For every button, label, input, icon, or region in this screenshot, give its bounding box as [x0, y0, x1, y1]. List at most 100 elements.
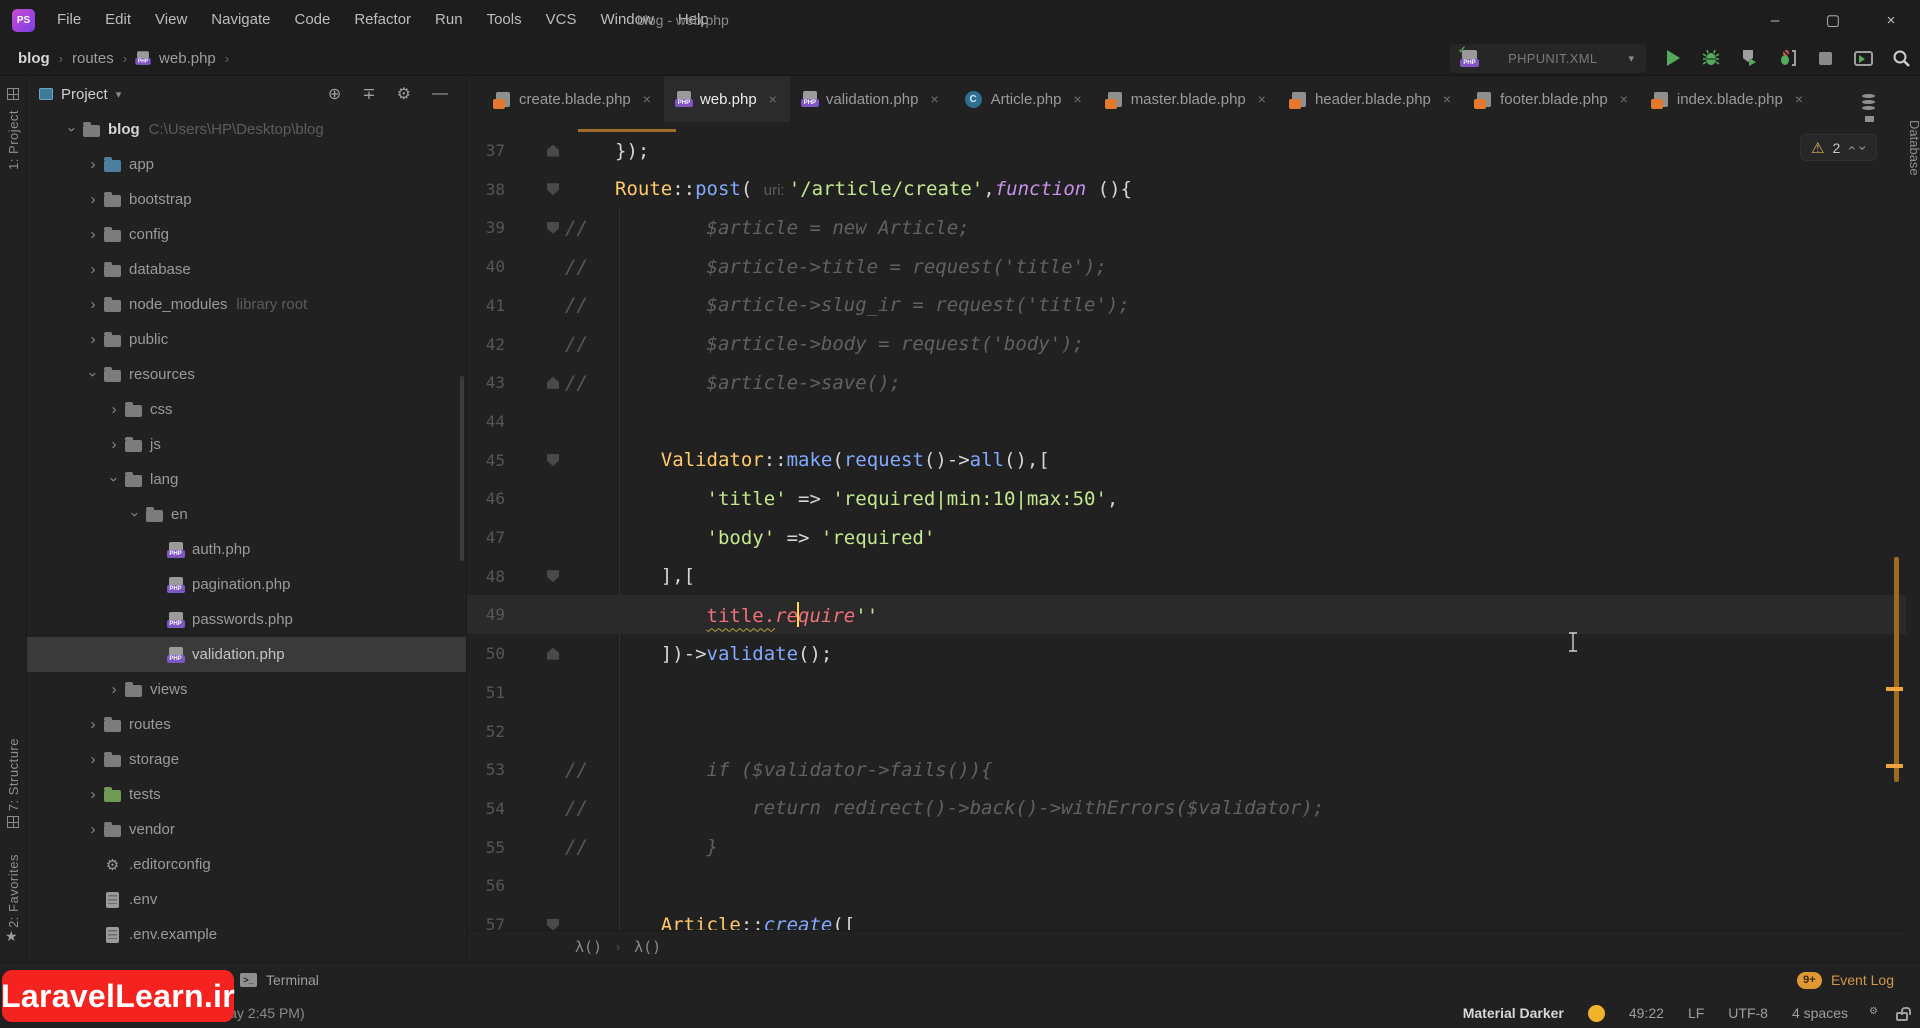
tool-button-structure[interactable]: 7: Structure — [6, 738, 21, 811]
tree-item-views[interactable]: › views — [27, 672, 466, 707]
code-line-43[interactable]: 43 // $article->save(); — [467, 363, 1906, 402]
line-number[interactable]: 45 — [467, 451, 505, 470]
tree-item-routes[interactable]: › routes — [27, 707, 466, 742]
collapse-all-icon[interactable]: ∓ — [362, 84, 375, 104]
line-number[interactable]: 39 — [467, 218, 505, 237]
tab-header-blade-php[interactable]: header.blade.php × — [1279, 76, 1464, 122]
menu-code[interactable]: Code — [282, 0, 342, 40]
close-icon[interactable]: × — [1258, 91, 1266, 107]
close-icon[interactable]: × — [1443, 91, 1451, 107]
code-line-50[interactable]: 50 ])->validate(); — [467, 634, 1906, 673]
tree-item-vendor[interactable]: › vendor — [27, 812, 466, 847]
minimize-button[interactable]: – — [1746, 0, 1804, 40]
fold-marker-icon[interactable] — [541, 918, 565, 931]
tree-item-tests[interactable]: › tests — [27, 777, 466, 812]
chevron-collapsed-icon[interactable]: › — [86, 226, 100, 243]
run-button[interactable] — [1662, 46, 1684, 70]
gear-icon[interactable]: ⚙ — [397, 84, 411, 104]
tree-item-auth-php[interactable]: auth.php — [27, 532, 466, 567]
menu-file[interactable]: File — [45, 0, 93, 40]
tree-item-blog[interactable]: › blog C:\Users\HP\Desktop\blog — [27, 112, 466, 147]
menu-tools[interactable]: Tools — [475, 0, 534, 40]
menu-refactor[interactable]: Refactor — [342, 0, 423, 40]
close-icon[interactable]: × — [1620, 91, 1628, 107]
tree-item-js[interactable]: › js — [27, 427, 466, 462]
line-number[interactable]: 54 — [467, 799, 505, 818]
code-line-46[interactable]: 46 'title' => 'required|min:10|max:50', — [467, 479, 1906, 518]
menu-vcs[interactable]: VCS — [534, 0, 589, 40]
tree-item-pagination-php[interactable]: pagination.php — [27, 567, 466, 602]
chevron-collapsed-icon[interactable]: › — [107, 436, 121, 453]
line-number[interactable]: 38 — [467, 180, 505, 199]
chevron-collapsed-icon[interactable]: › — [86, 716, 100, 733]
tab-index-blade-php[interactable]: index.blade.php × — [1641, 76, 1816, 122]
fold-marker-icon[interactable] — [541, 647, 565, 660]
code-line-52[interactable]: 52 — [467, 712, 1906, 751]
code-line-56[interactable]: 56 — [467, 866, 1906, 905]
menu-navigate[interactable]: Navigate — [199, 0, 282, 40]
inspections-widget[interactable]: ⚠ 2 › › — [1800, 134, 1877, 161]
chevron-collapsed-icon[interactable]: › — [86, 786, 100, 803]
star-icon[interactable]: ★ — [5, 928, 18, 945]
search-everywhere-button[interactable] — [1890, 46, 1912, 70]
code-editor[interactable]: 37}); 38 Route::post( uri: '/article/creat… — [467, 122, 1906, 936]
line-number[interactable]: 41 — [467, 296, 505, 315]
chevron-collapsed-icon[interactable]: › — [86, 191, 100, 208]
chevron-expanded-icon[interactable]: › — [127, 508, 144, 522]
project-tool-icon[interactable] — [7, 88, 19, 100]
close-icon[interactable]: × — [769, 91, 777, 107]
indent-setting[interactable]: 4 spaces — [1792, 1005, 1848, 1021]
run-config-select[interactable]: PHPUNIT.XML ▾ — [1450, 43, 1646, 73]
chevron-collapsed-icon[interactable]: › — [107, 681, 121, 698]
tab-article-php[interactable]: C Article.php × — [952, 76, 1095, 122]
close-button[interactable]: × — [1862, 0, 1920, 40]
code-line-39[interactable]: 39 // $article = new Article; — [467, 208, 1906, 247]
line-number[interactable]: 50 — [467, 644, 505, 663]
tab-create-blade-php[interactable]: create.blade.php × — [483, 76, 664, 122]
menu-view[interactable]: View — [143, 0, 199, 40]
breadcrumb-lambda[interactable]: λ() — [575, 938, 602, 956]
fold-marker-icon[interactable] — [541, 221, 565, 234]
line-number[interactable]: 49 — [467, 605, 505, 624]
menu-run[interactable]: Run — [423, 0, 475, 40]
fold-marker-icon[interactable] — [541, 454, 565, 467]
file-encoding[interactable]: UTF-8 — [1728, 1005, 1768, 1021]
tree-item-editorconfig[interactable]: ⚙ .editorconfig — [27, 847, 466, 882]
chevron-collapsed-icon[interactable]: › — [107, 401, 121, 418]
breadcrumb-item-routes[interactable]: routes — [72, 50, 114, 67]
tree-item-en[interactable]: › en — [27, 497, 466, 532]
code-line-55[interactable]: 55 // } — [467, 828, 1906, 867]
tab-validation-php[interactable]: validation.php × — [790, 76, 952, 122]
caret-position[interactable]: 49:22 — [1629, 1005, 1664, 1021]
status-circle-icon[interactable] — [1587, 1004, 1605, 1022]
code-line-38[interactable]: 38 Route::post( uri: '/article/create',fu… — [467, 170, 1906, 209]
line-number[interactable]: 51 — [467, 683, 505, 702]
menu-edit[interactable]: Edit — [93, 0, 143, 40]
tree-item-public[interactable]: › public — [27, 322, 466, 357]
hide-panel-icon[interactable]: — — [432, 85, 448, 103]
code-line-37[interactable]: 37}); — [467, 131, 1906, 170]
line-number[interactable]: 56 — [467, 876, 505, 895]
chevron-collapsed-icon[interactable]: › — [86, 156, 100, 173]
tool-button-database[interactable]: Database — [1907, 120, 1920, 176]
unlock-icon[interactable] — [1896, 1007, 1911, 1021]
tool-button-project[interactable]: 1: Project — [6, 110, 21, 170]
code-line-49[interactable]: 49 title.require'' — [467, 595, 1906, 635]
code-line-45[interactable]: 45 Validator::make(request()->all(),[ — [467, 441, 1906, 480]
warning-stripe-mark[interactable] — [1886, 687, 1903, 691]
line-number[interactable]: 44 — [467, 412, 505, 431]
code-line-48[interactable]: 48 ],[ — [467, 557, 1906, 596]
fold-marker-icon[interactable] — [541, 183, 565, 196]
panel-scrollbar[interactable] — [460, 376, 464, 561]
fold-marker-icon[interactable] — [541, 570, 565, 583]
tree-item-bootstrap[interactable]: › bootstrap — [27, 182, 466, 217]
line-number[interactable]: 46 — [467, 489, 505, 508]
code-line-42[interactable]: 42 // $article->body = request('body'); — [467, 325, 1906, 364]
breadcrumb-item-blog[interactable]: blog — [18, 50, 50, 67]
tab-master-blade-php[interactable]: master.blade.php × — [1095, 76, 1279, 122]
line-ending[interactable]: LF — [1688, 1005, 1704, 1021]
close-icon[interactable]: × — [1795, 91, 1803, 107]
structure-tool-icon[interactable] — [7, 816, 19, 828]
next-warning-icon[interactable]: › — [1855, 145, 1871, 150]
code-line-53[interactable]: 53 // if ($validator->fails()){ — [467, 750, 1906, 789]
